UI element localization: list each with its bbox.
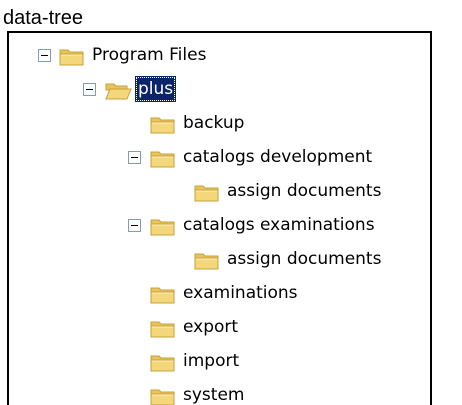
folder-icon <box>149 113 177 135</box>
tree-item-label: catalogs examinations <box>183 215 375 235</box>
folder-icon <box>149 147 177 169</box>
tree-item-label: plus <box>135 76 177 102</box>
caption-label: data-tree <box>3 7 84 29</box>
folder-icon <box>149 283 177 305</box>
tree-item-examinations[interactable]: examinations <box>9 278 426 312</box>
folder-open-icon <box>104 79 132 101</box>
tree-item-label: backup <box>183 113 245 133</box>
tree-item-import[interactable]: import <box>9 346 426 380</box>
tree-item-label: system <box>183 385 245 405</box>
tree-item-catalogs-examinations[interactable]: catalogs examinations <box>9 210 426 244</box>
folder-icon <box>149 317 177 339</box>
collapse-toggle-icon[interactable] <box>128 151 141 164</box>
folder-icon <box>149 385 177 405</box>
folder-icon <box>193 249 221 271</box>
folder-icon <box>58 45 86 67</box>
tree-item-assign-documents[interactable]: assign documents <box>9 176 426 210</box>
folder-icon <box>149 215 177 237</box>
collapse-toggle-icon[interactable] <box>128 219 141 232</box>
tree-item-assign-documents[interactable]: assign documents <box>9 244 426 278</box>
tree-item-plus[interactable]: plus <box>9 74 426 108</box>
collapse-toggle-icon[interactable] <box>83 83 96 96</box>
tree-item-label: assign documents <box>227 181 382 201</box>
tree-item-system[interactable]: system <box>9 380 426 405</box>
tree-item-label: catalogs development <box>183 147 373 167</box>
tree-item-label: Program Files <box>92 45 207 65</box>
folder-icon <box>149 351 177 373</box>
screenshot-root: data-tree Program Files plus backup cata… <box>0 0 462 405</box>
tree-item-export[interactable]: export <box>9 312 426 346</box>
tree-item-label: assign documents <box>227 249 382 269</box>
tree-item-catalogs-development[interactable]: catalogs development <box>9 142 426 176</box>
collapse-toggle-icon[interactable] <box>38 49 51 62</box>
folder-icon <box>193 181 221 203</box>
tree-item-label: import <box>183 351 240 371</box>
tree-item-label: export <box>183 317 239 337</box>
tree-item-backup[interactable]: backup <box>9 108 426 142</box>
folder-tree-panel: Program Files plus backup catalogs devel… <box>7 31 432 405</box>
tree-item-program-files[interactable]: Program Files <box>9 40 426 74</box>
tree-item-label: examinations <box>183 283 298 303</box>
